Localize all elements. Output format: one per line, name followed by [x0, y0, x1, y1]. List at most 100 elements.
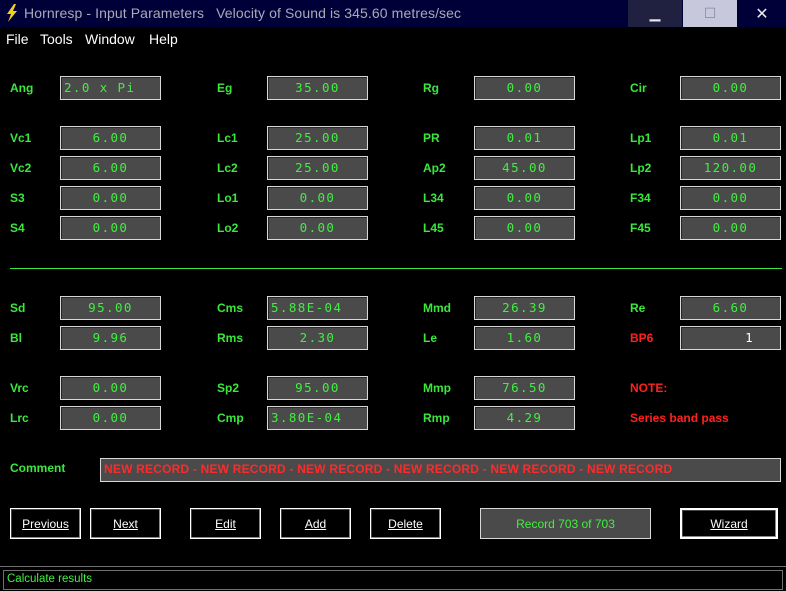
- value-mmp: 76.50: [502, 380, 547, 395]
- field-ang[interactable]: 2.0 x Pi: [60, 76, 161, 100]
- menu-bar: File Tools Window Help: [0, 27, 786, 51]
- value-lc2: 25.00: [295, 160, 340, 175]
- value-lp1: 0.01: [712, 130, 749, 145]
- value-rg: 0.00: [506, 80, 543, 95]
- value-cir: 0.00: [712, 80, 749, 95]
- field-lp2[interactable]: 120.00: [680, 156, 781, 180]
- field-lo2[interactable]: 0.00: [267, 216, 368, 240]
- value-le: 1.60: [506, 330, 543, 345]
- value-eg: 35.00: [295, 80, 340, 95]
- field-cmp[interactable]: 3.80E-04: [267, 406, 368, 430]
- field-s3[interactable]: 0.00: [60, 186, 161, 210]
- field-mmp[interactable]: 76.50: [474, 376, 575, 400]
- comment-field[interactable]: NEW RECORD - NEW RECORD - NEW RECORD - N…: [100, 458, 781, 482]
- value-f34: 0.00: [712, 190, 749, 205]
- close-button[interactable]: ✕: [738, 0, 786, 27]
- status-panel: Calculate results: [3, 570, 783, 590]
- value-mmd: 26.39: [502, 300, 547, 315]
- wizard-button[interactable]: Wizard: [680, 508, 778, 539]
- field-sd[interactable]: 95.00: [60, 296, 161, 320]
- menu-window[interactable]: Window: [85, 31, 135, 47]
- field-rg[interactable]: 0.00: [474, 76, 575, 100]
- field-pr[interactable]: 0.01: [474, 126, 575, 150]
- label-lc2: Lc2: [217, 161, 238, 175]
- value-sd: 95.00: [88, 300, 133, 315]
- lightning-bolt-icon: [7, 4, 17, 22]
- field-bp6[interactable]: 1: [680, 326, 781, 350]
- menu-tools[interactable]: Tools: [40, 31, 73, 47]
- field-l34[interactable]: 0.00: [474, 186, 575, 210]
- field-sp2[interactable]: 95.00: [267, 376, 368, 400]
- field-eg[interactable]: 35.00: [267, 76, 368, 100]
- label-f34: F34: [630, 191, 651, 205]
- minimize-icon: ▁: [649, 5, 661, 21]
- value-rmp: 4.29: [506, 410, 543, 425]
- title-bar: Hornresp - Input Parameters Velocity of …: [0, 0, 786, 27]
- field-s4[interactable]: 0.00: [60, 216, 161, 240]
- value-bl: 9.96: [92, 330, 129, 345]
- label-lc1: Lc1: [217, 131, 238, 145]
- label-vc2: Vc2: [10, 161, 32, 175]
- maximize-button[interactable]: ☐: [683, 0, 737, 27]
- label-vc1: Vc1: [10, 131, 32, 145]
- value-lp2: 120.00: [703, 160, 758, 175]
- value-sp2: 95.00: [295, 380, 340, 395]
- edit-button[interactable]: Edit: [190, 508, 261, 539]
- value-l45: 0.00: [506, 220, 543, 235]
- field-f45[interactable]: 0.00: [680, 216, 781, 240]
- field-lo1[interactable]: 0.00: [267, 186, 368, 210]
- value-s3: 0.00: [92, 190, 129, 205]
- label-lo2: Lo2: [217, 221, 239, 235]
- field-rmp[interactable]: 4.29: [474, 406, 575, 430]
- value-f45: 0.00: [712, 220, 749, 235]
- comment-text: NEW RECORD - NEW RECORD - NEW RECORD - N…: [104, 462, 673, 476]
- field-lrc[interactable]: 0.00: [60, 406, 161, 430]
- label-note: NOTE:: [630, 381, 668, 395]
- value-rms: 2.30: [299, 330, 336, 345]
- add-button[interactable]: Add: [280, 508, 351, 539]
- next-button[interactable]: Next: [90, 508, 161, 539]
- close-icon: ✕: [755, 5, 769, 23]
- label-sd: Sd: [10, 301, 26, 315]
- label-cmp: Cmp: [217, 411, 244, 425]
- label-lp2: Lp2: [630, 161, 652, 175]
- label-rms: Rms: [217, 331, 244, 345]
- status-text: Calculate results: [7, 573, 93, 585]
- field-bl[interactable]: 9.96: [60, 326, 161, 350]
- label-bp6: BP6: [630, 331, 654, 345]
- value-lo2: 0.00: [299, 220, 336, 235]
- label-bl: Bl: [10, 331, 22, 345]
- field-lp1[interactable]: 0.01: [680, 126, 781, 150]
- field-cir[interactable]: 0.00: [680, 76, 781, 100]
- field-ap2[interactable]: 45.00: [474, 156, 575, 180]
- label-sp2: Sp2: [217, 381, 240, 395]
- value-ap2: 45.00: [502, 160, 547, 175]
- label-cir: Cir: [630, 81, 647, 95]
- delete-button[interactable]: Delete: [370, 508, 441, 539]
- label-s4: S4: [10, 221, 25, 235]
- field-f34[interactable]: 0.00: [680, 186, 781, 210]
- field-cms[interactable]: 5.88E-04: [267, 296, 368, 320]
- section-divider: [10, 268, 782, 269]
- menu-file[interactable]: File: [6, 31, 29, 47]
- field-re[interactable]: 6.60: [680, 296, 781, 320]
- label-series-band-pass: Series band pass: [630, 411, 729, 425]
- menu-help[interactable]: Help: [149, 31, 178, 47]
- field-vc1[interactable]: 6.00: [60, 126, 161, 150]
- field-rms[interactable]: 2.30: [267, 326, 368, 350]
- label-lrc: Lrc: [10, 411, 29, 425]
- field-vrc[interactable]: 0.00: [60, 376, 161, 400]
- maximize-icon: ☐: [703, 5, 717, 21]
- label-rg: Rg: [423, 81, 439, 95]
- field-lc2[interactable]: 25.00: [267, 156, 368, 180]
- previous-button[interactable]: Previous: [10, 508, 81, 539]
- status-bar: Calculate results: [0, 566, 786, 591]
- label-vrc: Vrc: [10, 381, 29, 395]
- field-mmd[interactable]: 26.39: [474, 296, 575, 320]
- field-vc2[interactable]: 6.00: [60, 156, 161, 180]
- field-le[interactable]: 1.60: [474, 326, 575, 350]
- value-lo1: 0.00: [299, 190, 336, 205]
- minimize-button[interactable]: ▁: [628, 0, 682, 27]
- field-l45[interactable]: 0.00: [474, 216, 575, 240]
- field-lc1[interactable]: 25.00: [267, 126, 368, 150]
